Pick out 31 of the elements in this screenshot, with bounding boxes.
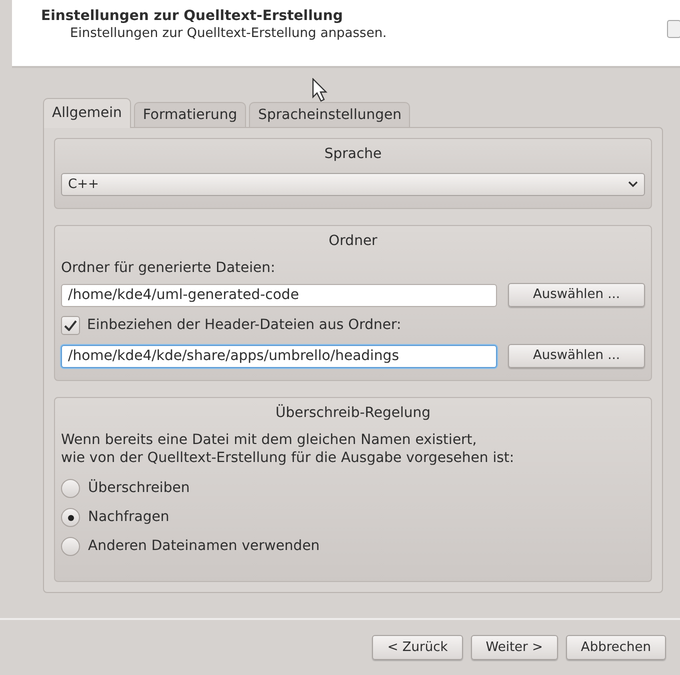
radio-button[interactable]: [61, 508, 80, 527]
output-folder-field[interactable]: /home/kde4/uml-generated-code: [61, 284, 497, 306]
page-title: Einstellungen zur Quelltext-Erstellung: [41, 7, 343, 25]
checkbox-label: Einbeziehen der Header-Dateien aus Ordner:: [87, 316, 402, 335]
field-label: Ordner für generierte Dateien:: [61, 259, 276, 278]
page-icon: [667, 20, 680, 38]
page-subtitle: Einstellungen zur Quelltext-Erstellung anpassen.: [69, 25, 387, 43]
tab[interactable]: Allgemein: [43, 98, 131, 128]
checkbox[interactable]: [61, 316, 80, 335]
language-dropdown[interactable]: C++: [61, 173, 645, 196]
dialog-button[interactable]: < Zurück: [372, 635, 463, 660]
group-title: Ordner: [328, 232, 378, 251]
tab[interactable]: Formatierung: [134, 102, 246, 127]
dialog-button[interactable]: Weiter >: [470, 635, 558, 660]
header-folder-field[interactable]: /home/kde4/kde/share/apps/umbrello/headings: [61, 344, 497, 368]
choose-button[interactable]: Auswählen ...: [508, 344, 645, 368]
group-title: Sprache: [324, 145, 382, 164]
dialog-button[interactable]: Abbrechen: [566, 635, 666, 660]
radio-label: Anderen Dateinamen verwenden: [88, 537, 320, 556]
group-title: Überschreib-Regelung: [276, 403, 430, 423]
radio-button[interactable]: [61, 537, 80, 556]
tab[interactable]: Spracheinstellungen: [249, 102, 410, 127]
mouse-cursor-icon: [312, 78, 329, 102]
chevron-down-icon: [628, 181, 638, 188]
description-text: Wenn bereits eine Datei mit dem gleichen Namen existiert, wie von der Quelltext-Erstellung für die Ausgabe vorgesehen ist:: [61, 431, 514, 467]
radio-button[interactable]: [61, 479, 80, 498]
dropdown-value: C++: [68, 176, 99, 194]
choose-button[interactable]: Auswählen ...: [508, 283, 645, 307]
radio-label: Nachfragen: [88, 508, 170, 527]
radio-label: Überschreiben: [88, 478, 190, 498]
checkmark-icon: [64, 320, 77, 331]
